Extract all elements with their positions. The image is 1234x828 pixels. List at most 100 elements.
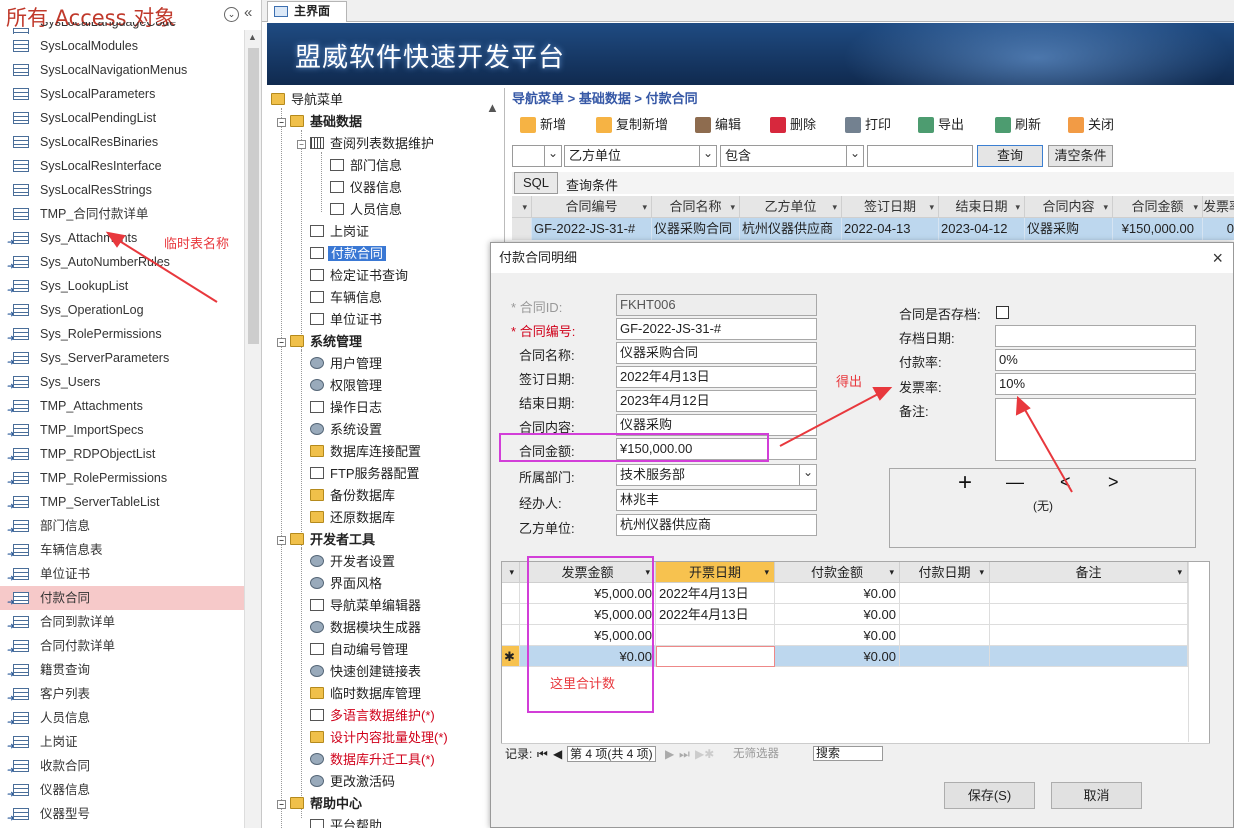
- tree-item[interactable]: − 帮助中心: [277, 793, 362, 815]
- grid-column-header[interactable]: 结束日期: [939, 196, 1025, 218]
- party-b-field[interactable]: 杭州仪器供应商: [616, 514, 817, 536]
- grid-column-header[interactable]: 合同内容: [1025, 196, 1113, 218]
- grid-cell[interactable]: GF-2022-JS-31-#: [532, 218, 652, 240]
- filter-value-input[interactable]: [867, 145, 973, 167]
- grid-cell[interactable]: ¥150,000.00: [1113, 218, 1203, 240]
- contract-no-field[interactable]: GF-2022-JS-31-#: [616, 318, 817, 340]
- nav-object-item[interactable]: ➜ Sys_ServerParameters: [0, 346, 244, 370]
- nav-object-item[interactable]: ➜ TMP_ServerTableList: [0, 490, 244, 514]
- nav-object-item[interactable]: ➜ 仪器信息: [0, 778, 244, 802]
- grid-cell[interactable]: 仪器采购合同: [652, 218, 740, 240]
- subgrid-row-selector[interactable]: [502, 604, 520, 625]
- subgrid-row-selector[interactable]: ✱: [502, 646, 520, 667]
- print-button[interactable]: 打印: [845, 115, 891, 135]
- export-button[interactable]: 导出: [918, 115, 964, 135]
- nav-object-item[interactable]: SysLocalResStrings: [0, 178, 244, 202]
- nav-object-item[interactable]: ➜ Sys_AutoNumberRules: [0, 250, 244, 274]
- clear-conditions-button[interactable]: 清空条件: [1048, 145, 1113, 167]
- refresh-button[interactable]: 刷新: [995, 115, 1041, 135]
- nav-object-item[interactable]: SysLocalNavigationMenus: [0, 58, 244, 82]
- tree-item[interactable]: 临时数据库管理: [310, 683, 421, 705]
- nav-object-item[interactable]: SysLocalPendingList: [0, 106, 244, 130]
- delete-button[interactable]: 删除: [770, 115, 816, 135]
- subgrid-cell[interactable]: [900, 583, 990, 604]
- new-record-icon[interactable]: ▶✱: [695, 745, 714, 763]
- subgrid-column-header[interactable]: 付款日期: [900, 562, 990, 583]
- nav-object-item[interactable]: ➜ TMP_Attachments: [0, 394, 244, 418]
- subgrid-cell[interactable]: [900, 625, 990, 646]
- end-date-field[interactable]: 2023年4月12日: [616, 390, 817, 412]
- nav-object-item[interactable]: ➜ 车辆信息表: [0, 538, 244, 562]
- nav-object-item[interactable]: ➜ 仪器型号: [0, 802, 244, 826]
- grid-column-header[interactable]: 签订日期: [842, 196, 939, 218]
- tree-item[interactable]: 界面风格: [310, 573, 382, 595]
- tree-item[interactable]: FTP服务器配置: [310, 463, 420, 485]
- close-button[interactable]: 关闭: [1068, 115, 1114, 135]
- tree-item[interactable]: 操作日志: [310, 397, 382, 419]
- collapse-toggle-icon[interactable]: −: [297, 140, 306, 149]
- tree-item[interactable]: 单位证书: [310, 309, 382, 331]
- tree-item[interactable]: 数据库连接配置: [310, 441, 421, 463]
- nav-object-item[interactable]: ➜ 客户列表: [0, 682, 244, 706]
- save-button[interactable]: 保存(S): [944, 782, 1035, 809]
- filter-logic-select[interactable]: [512, 145, 562, 167]
- collapse-toggle-icon[interactable]: −: [277, 118, 286, 127]
- add-attachment-icon[interactable]: +: [958, 469, 972, 497]
- tree-item[interactable]: 导航菜单: [271, 89, 343, 111]
- previous-attachment-icon[interactable]: <: [1060, 472, 1071, 493]
- nav-object-item[interactable]: ➜ Sys_Users: [0, 370, 244, 394]
- filter-field-select[interactable]: 乙方单位: [564, 145, 717, 167]
- tree-item[interactable]: 导航菜单编辑器: [310, 595, 421, 617]
- archived-checkbox[interactable]: [996, 306, 1009, 319]
- grid-column-header[interactable]: 乙方单位: [740, 196, 842, 218]
- sign-date-field[interactable]: 2022年4月13日: [616, 366, 817, 388]
- pay-rate-field[interactable]: 0%: [995, 349, 1196, 371]
- tree-item[interactable]: 更改激活码: [310, 771, 395, 793]
- new-button[interactable]: 新增: [520, 115, 566, 135]
- tree-item[interactable]: 设计内容批量处理(*): [310, 727, 448, 749]
- nav-object-item[interactable]: ➜ 合同到款详单: [0, 610, 244, 634]
- archive-date-field[interactable]: [995, 325, 1196, 347]
- tree-item[interactable]: 用户管理: [310, 353, 382, 375]
- nav-object-item[interactable]: ➜ Sys_LookupList: [0, 274, 244, 298]
- tree-item[interactable]: 还原数据库: [310, 507, 395, 529]
- tree-item[interactable]: 人员信息: [330, 199, 402, 221]
- subgrid-cell[interactable]: ¥0.00: [775, 583, 900, 604]
- search-input[interactable]: 搜索: [813, 746, 883, 761]
- subgrid-cell[interactable]: [656, 625, 775, 646]
- grid-column-header[interactable]: 发票率: [1203, 196, 1234, 218]
- tree-item[interactable]: 自动编号管理: [310, 639, 408, 661]
- tree-item[interactable]: 多语言数据维护(*): [310, 705, 435, 727]
- nav-object-item[interactable]: SysLocalLanguageCode: [0, 22, 244, 34]
- last-record-icon[interactable]: ⏭: [679, 745, 690, 763]
- subgrid-cell[interactable]: [990, 625, 1188, 646]
- filter-operator-select[interactable]: 包含: [720, 145, 864, 167]
- grid-cell[interactable]: 2022-04-13: [842, 218, 939, 240]
- tree-item[interactable]: − 开发者工具: [277, 529, 375, 551]
- tree-item[interactable]: 开发者设置: [310, 551, 395, 573]
- copy-button[interactable]: 复制新增: [596, 115, 668, 135]
- first-record-icon[interactable]: ⏮: [537, 745, 548, 763]
- tree-item[interactable]: 上岗证: [310, 221, 369, 243]
- nav-object-item[interactable]: SysLocalResInterface: [0, 154, 244, 178]
- tree-item[interactable]: 仪器信息: [330, 177, 402, 199]
- next-record-icon[interactable]: ▶: [665, 745, 674, 763]
- nav-object-item[interactable]: ➜ 上岗证: [0, 730, 244, 754]
- contract-id-field[interactable]: FKHT006: [616, 294, 817, 316]
- grid-column-header[interactable]: 合同名称: [652, 196, 740, 218]
- tree-item[interactable]: − 系统管理: [277, 331, 362, 353]
- subgrid-cell[interactable]: [990, 604, 1188, 625]
- collapse-toggle-icon[interactable]: −: [277, 338, 286, 347]
- nav-object-item[interactable]: ➜ 籍贯查询: [0, 658, 244, 682]
- nav-object-item[interactable]: ➜ 单位证书: [0, 562, 244, 586]
- nav-object-item[interactable]: ➜ Sys_OperationLog: [0, 298, 244, 322]
- tree-item[interactable]: 部门信息: [330, 155, 402, 177]
- subgrid-cell[interactable]: [990, 583, 1188, 604]
- grid-row-selector[interactable]: [512, 218, 532, 240]
- subgrid-vertical-scrollbar[interactable]: [1188, 562, 1209, 742]
- scrollbar-thumb[interactable]: [248, 48, 259, 344]
- record-position-field[interactable]: 第 4 项(共 4 项): [567, 746, 656, 762]
- subgrid-cell[interactable]: 2022年4月13日: [656, 583, 775, 604]
- tree-item[interactable]: 车辆信息: [310, 287, 382, 309]
- tree-item[interactable]: − 查阅列表数据维护: [297, 133, 434, 155]
